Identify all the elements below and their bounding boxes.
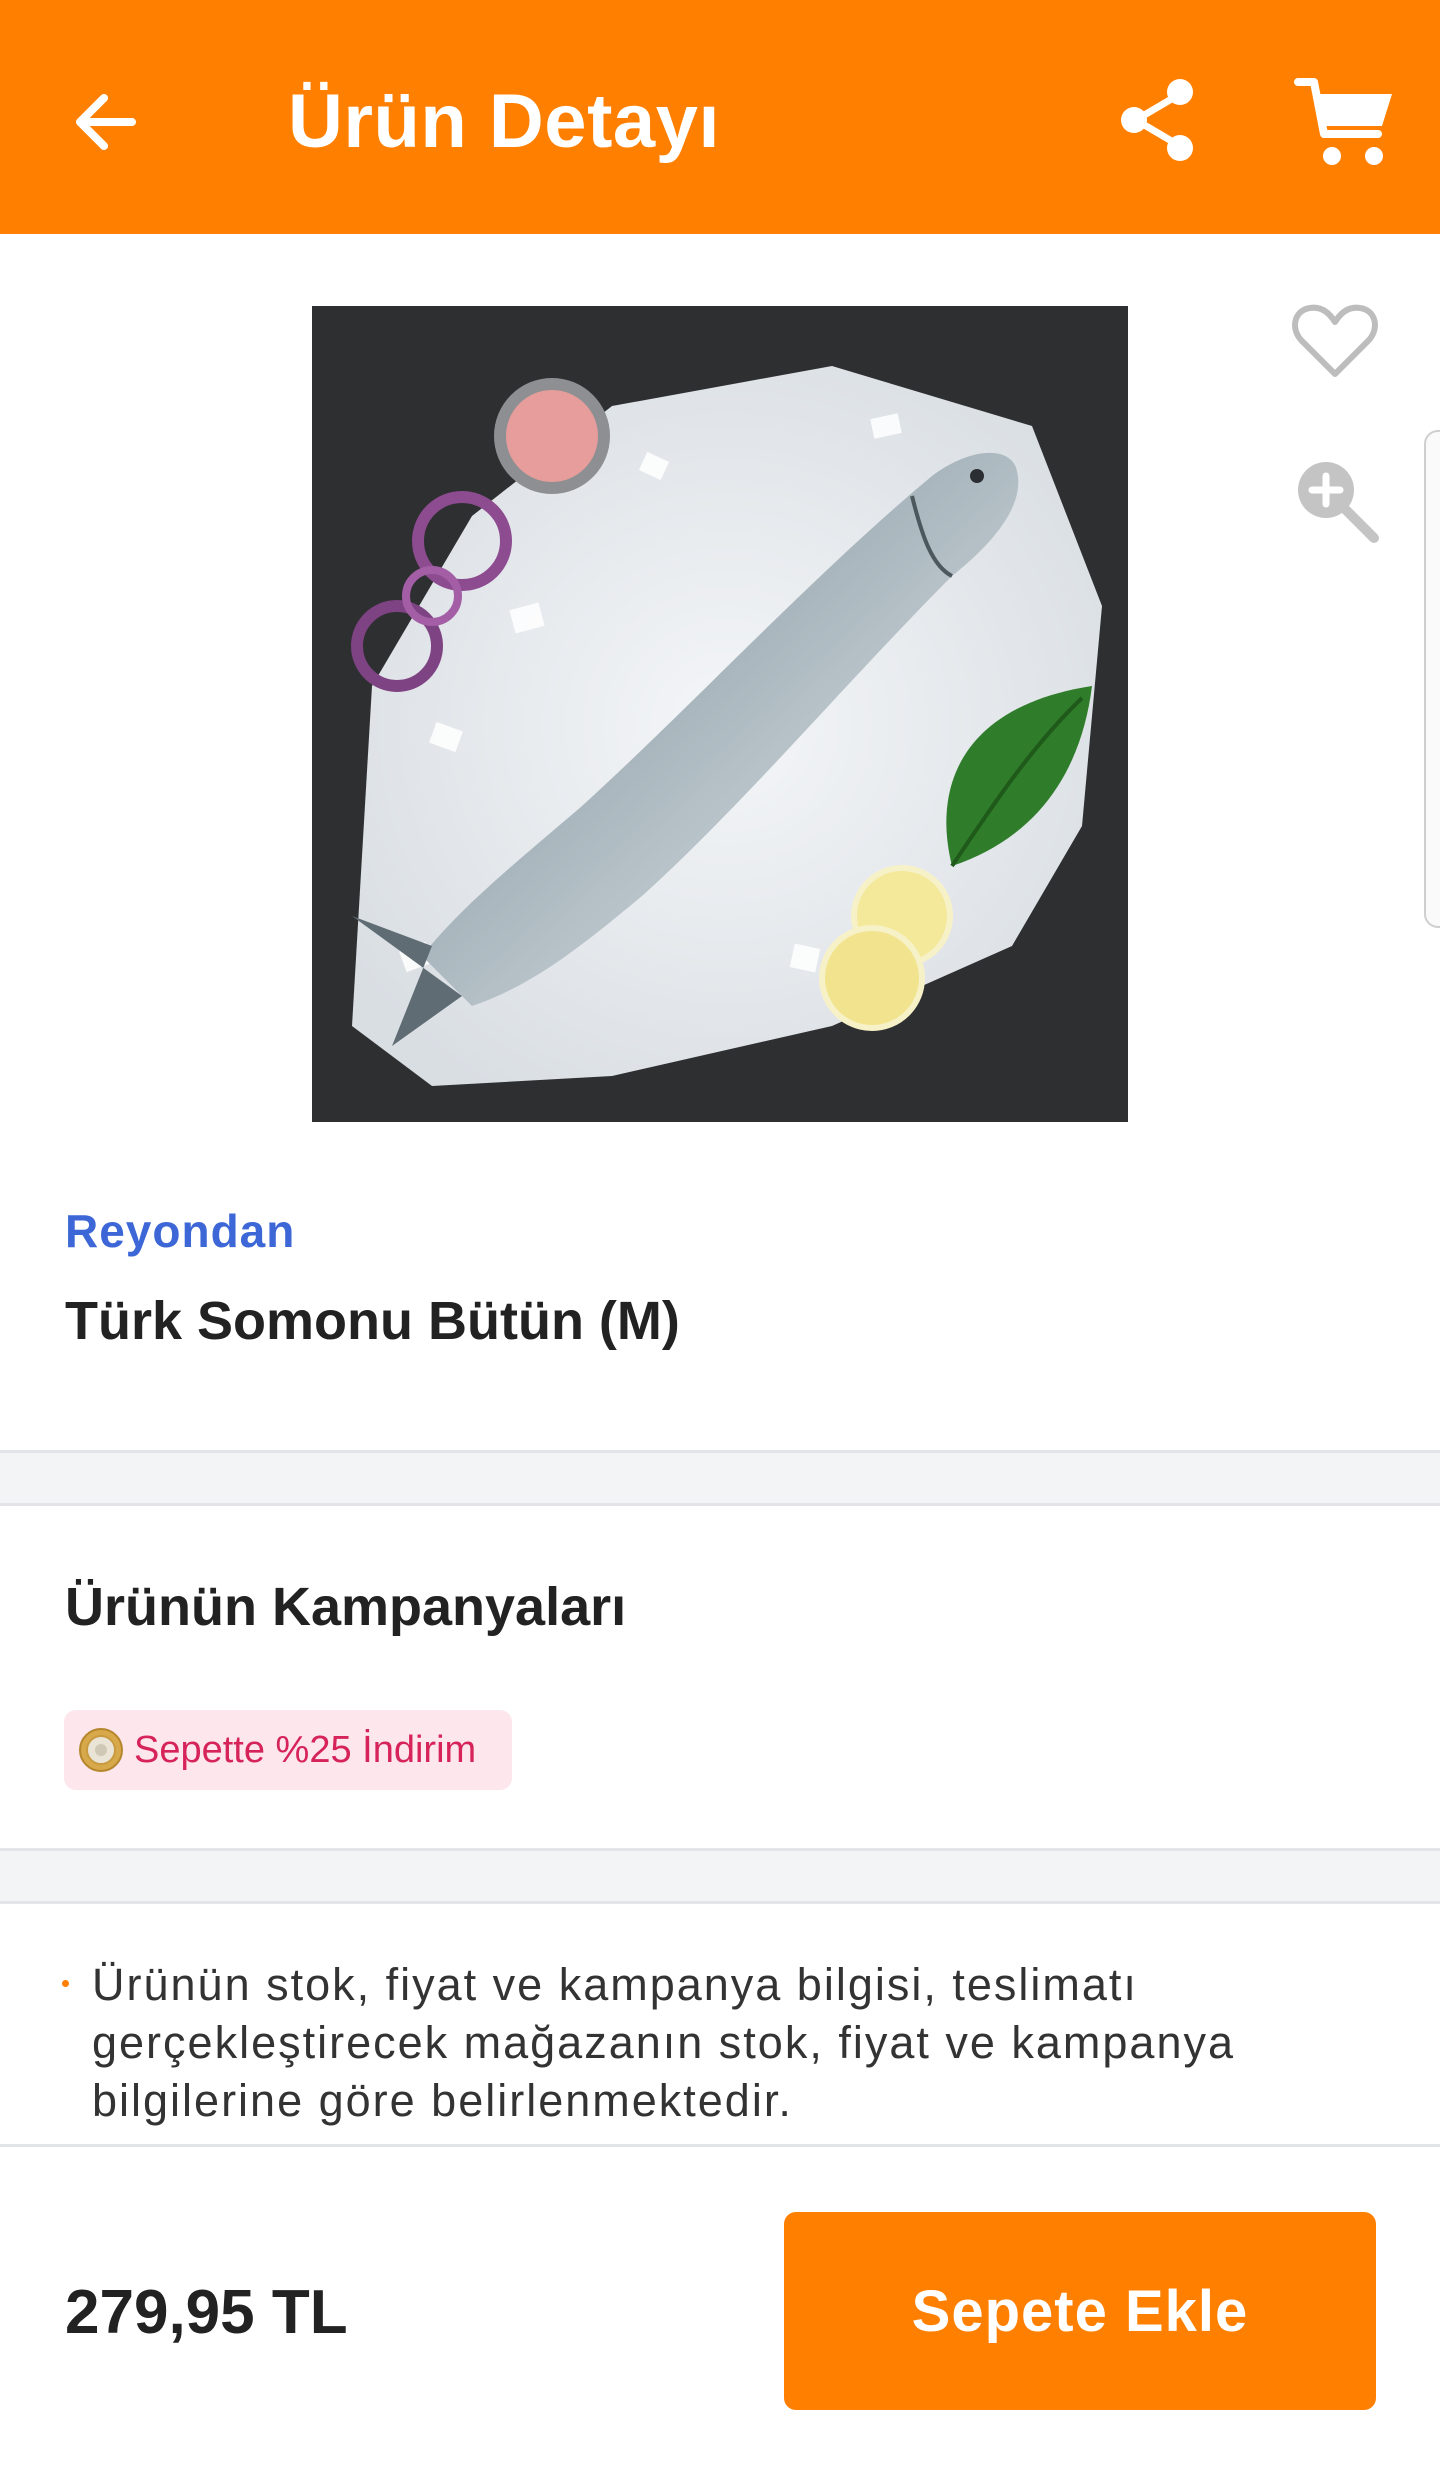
cart-icon	[1294, 78, 1392, 165]
share-button[interactable]	[1108, 70, 1208, 170]
campaign-badge[interactable]: Sepette %25 İndirim	[64, 1710, 512, 1790]
section-divider	[0, 1450, 1440, 1506]
next-panel-edge[interactable]	[1424, 430, 1440, 928]
campaigns-title: Ürünün Kampanyaları	[65, 1577, 627, 1637]
section-divider	[0, 1848, 1440, 1904]
cart-button[interactable]	[1290, 68, 1400, 178]
zoom-in-icon	[1298, 462, 1379, 543]
product-image[interactable]	[312, 306, 1128, 1122]
add-to-cart-button[interactable]: Sepete Ekle	[784, 2212, 1376, 2410]
info-note: Ürünün stok, fiyat ve kampanya bilgisi, …	[92, 1959, 1235, 2126]
share-icon	[1121, 79, 1193, 161]
product-price: 279,95 TL	[65, 2278, 348, 2347]
bottom-bar: 279,95 TL Sepete Ekle	[0, 2144, 1440, 2477]
zoom-button[interactable]	[1288, 452, 1384, 548]
product-name: Türk Somonu Bütün (M)	[65, 1291, 680, 1351]
app-header: Ürün Detayı	[0, 0, 1440, 234]
page-title: Ürün Detayı	[288, 79, 721, 164]
heart-outline-icon	[1292, 304, 1378, 377]
info-bullet	[62, 1980, 69, 1987]
campaign-label: Sepette %25 İndirim	[134, 1728, 477, 1771]
arrow-left-icon	[76, 94, 136, 150]
product-photo	[312, 306, 1128, 1122]
favorite-button[interactable]	[1290, 296, 1380, 386]
back-button[interactable]	[62, 72, 162, 172]
coin-icon	[79, 1728, 123, 1772]
brand-label[interactable]: Reyondan	[65, 1204, 295, 1258]
